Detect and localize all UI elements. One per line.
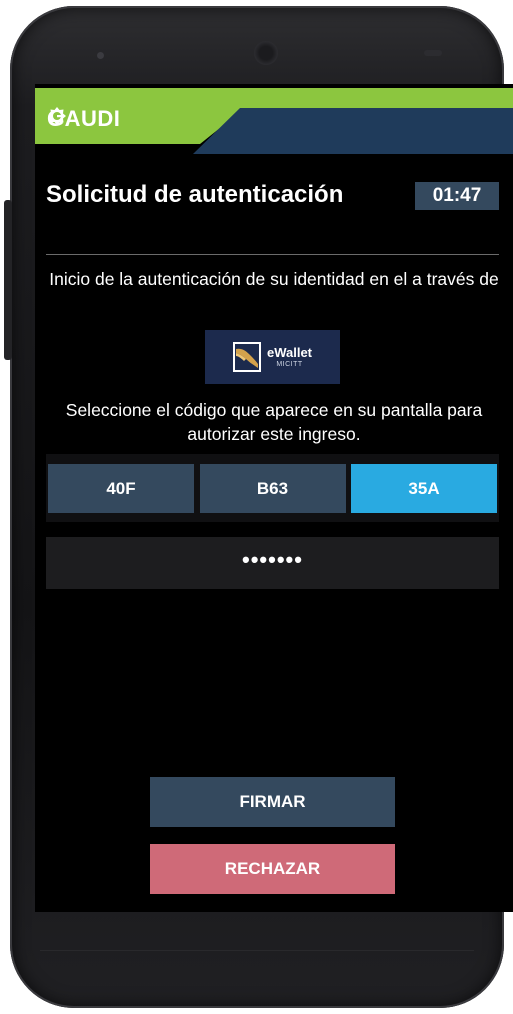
- reject-button[interactable]: RECHAZAR: [150, 844, 395, 894]
- intro-text: Inicio de la autenticación de su identid…: [49, 269, 499, 289]
- sign-button[interactable]: FIRMAR: [150, 777, 395, 827]
- phone-side-button: [4, 200, 12, 360]
- instruction-text: Seleccione el código que aparece en su p…: [65, 400, 483, 444]
- earpiece-speaker: [424, 50, 442, 56]
- countdown-timer: 01:47: [415, 182, 499, 210]
- code-option-2[interactable]: B63: [199, 463, 346, 513]
- front-camera: [254, 41, 278, 65]
- divider: [46, 254, 499, 255]
- bezel-edge: [40, 950, 474, 951]
- app-screen: GAUDI Solicitud de autenticación 01:47 I…: [35, 84, 513, 912]
- pin-input[interactable]: •••••••: [46, 537, 499, 589]
- app-header: GAUDI: [35, 84, 513, 154]
- ewallet-subtitle: MICITT: [276, 360, 303, 368]
- costa-rica-map-icon: [232, 342, 261, 372]
- code-option-1[interactable]: 40F: [48, 463, 194, 513]
- page-title: Solicitud de autenticación: [46, 181, 344, 208]
- ewallet-logo: eWallet MICITT: [205, 330, 340, 384]
- code-options: 40F B63 35A: [46, 454, 499, 522]
- code-option-3-selected[interactable]: 35A: [351, 463, 497, 513]
- ewallet-name: eWallet: [266, 344, 313, 360]
- gaudi-logo-icon: [48, 107, 66, 125]
- gaudi-logo: GAUDI: [47, 106, 120, 132]
- proximity-sensor: [97, 52, 104, 59]
